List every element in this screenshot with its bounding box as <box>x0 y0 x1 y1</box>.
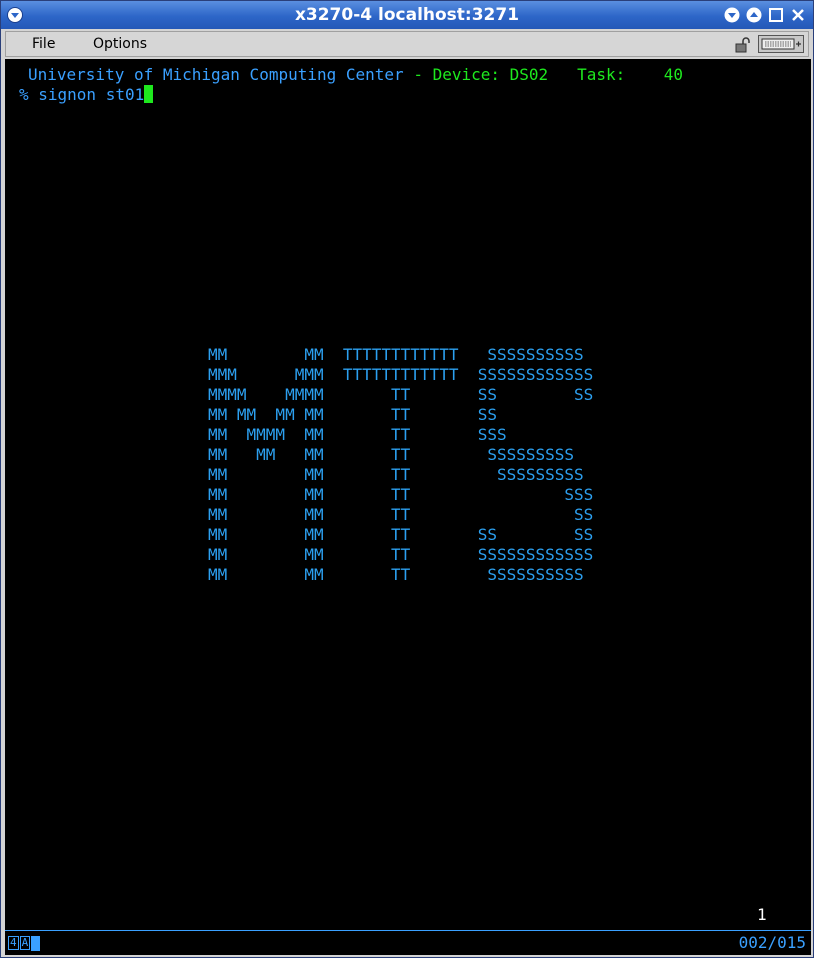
maximize-icon[interactable] <box>767 6 785 24</box>
title-bar[interactable]: x3270-4 localhost:3271 <box>1 1 813 29</box>
device-label: Device: DS02 <box>432 65 549 84</box>
close-icon[interactable] <box>789 6 807 24</box>
page-number: 1 <box>757 905 767 924</box>
model-4-indicator: 4 <box>8 936 19 950</box>
operator-info-area: 4 A <box>8 935 41 951</box>
banner-line: MM MM TTTTTTTTTTTT SSSSSSSSSS <box>208 345 584 364</box>
connected-indicator: A <box>19 936 31 950</box>
minimize-icon[interactable] <box>723 6 741 24</box>
options-menu[interactable]: Options <box>93 36 147 52</box>
banner-line: MM MM TT SSSSSSSSSSSS <box>208 545 594 564</box>
banner-line: MM MM MM TT SSSSSSSSS <box>208 445 575 464</box>
window-title: x3270-4 localhost:3271 <box>294 5 520 25</box>
banner-line: MM MMMM MM TT SSS <box>208 425 507 444</box>
header-separator: - <box>403 65 433 84</box>
file-menu[interactable]: File <box>32 36 55 52</box>
status-divider <box>5 930 811 931</box>
institution-name: University of Michigan Computing Center <box>28 65 404 84</box>
terminal-screen[interactable]: University of Michigan Computing Center … <box>5 59 811 955</box>
oia-cursor-block <box>31 935 41 951</box>
banner-line: MM MM TT SS <box>208 505 594 524</box>
command-line[interactable]: % signon st01 <box>19 85 154 105</box>
cursor-position: 002/015 <box>738 933 806 952</box>
banner-line: MM MM TT SS SS <box>208 525 594 544</box>
command-text: % signon st01 <box>19 85 145 104</box>
x3270-window: x3270-4 localhost:3271 File Options Univ… <box>0 0 814 958</box>
banner-line: MM MM TT SSSSSSSSSS <box>208 565 584 584</box>
banner-line: MMM MMM TTTTTTTTTTTT SSSSSSSSSSSS <box>208 365 594 384</box>
banner-line: MM MM TT SSS <box>208 485 594 504</box>
mts-banner: MM MM TTTTTTTTTTTT SSSSSSSSSS MMM MMM TT… <box>208 345 593 585</box>
banner-line: MM MM MM MM TT SS <box>208 405 497 424</box>
unlocked-icon <box>735 37 750 53</box>
task-label: Task: <box>577 65 626 84</box>
banner-line: MMMM MMMM TT SS SS <box>208 385 594 404</box>
task-value: 40 <box>663 65 684 84</box>
keyboard-icon[interactable] <box>758 35 804 53</box>
system-header: University of Michigan Computing Center … <box>28 65 683 85</box>
banner-line: MM MM TT SSSSSSSSS <box>208 465 584 484</box>
menu-bar: File Options <box>5 31 809 57</box>
restore-icon[interactable] <box>745 6 763 24</box>
text-cursor <box>144 85 154 103</box>
